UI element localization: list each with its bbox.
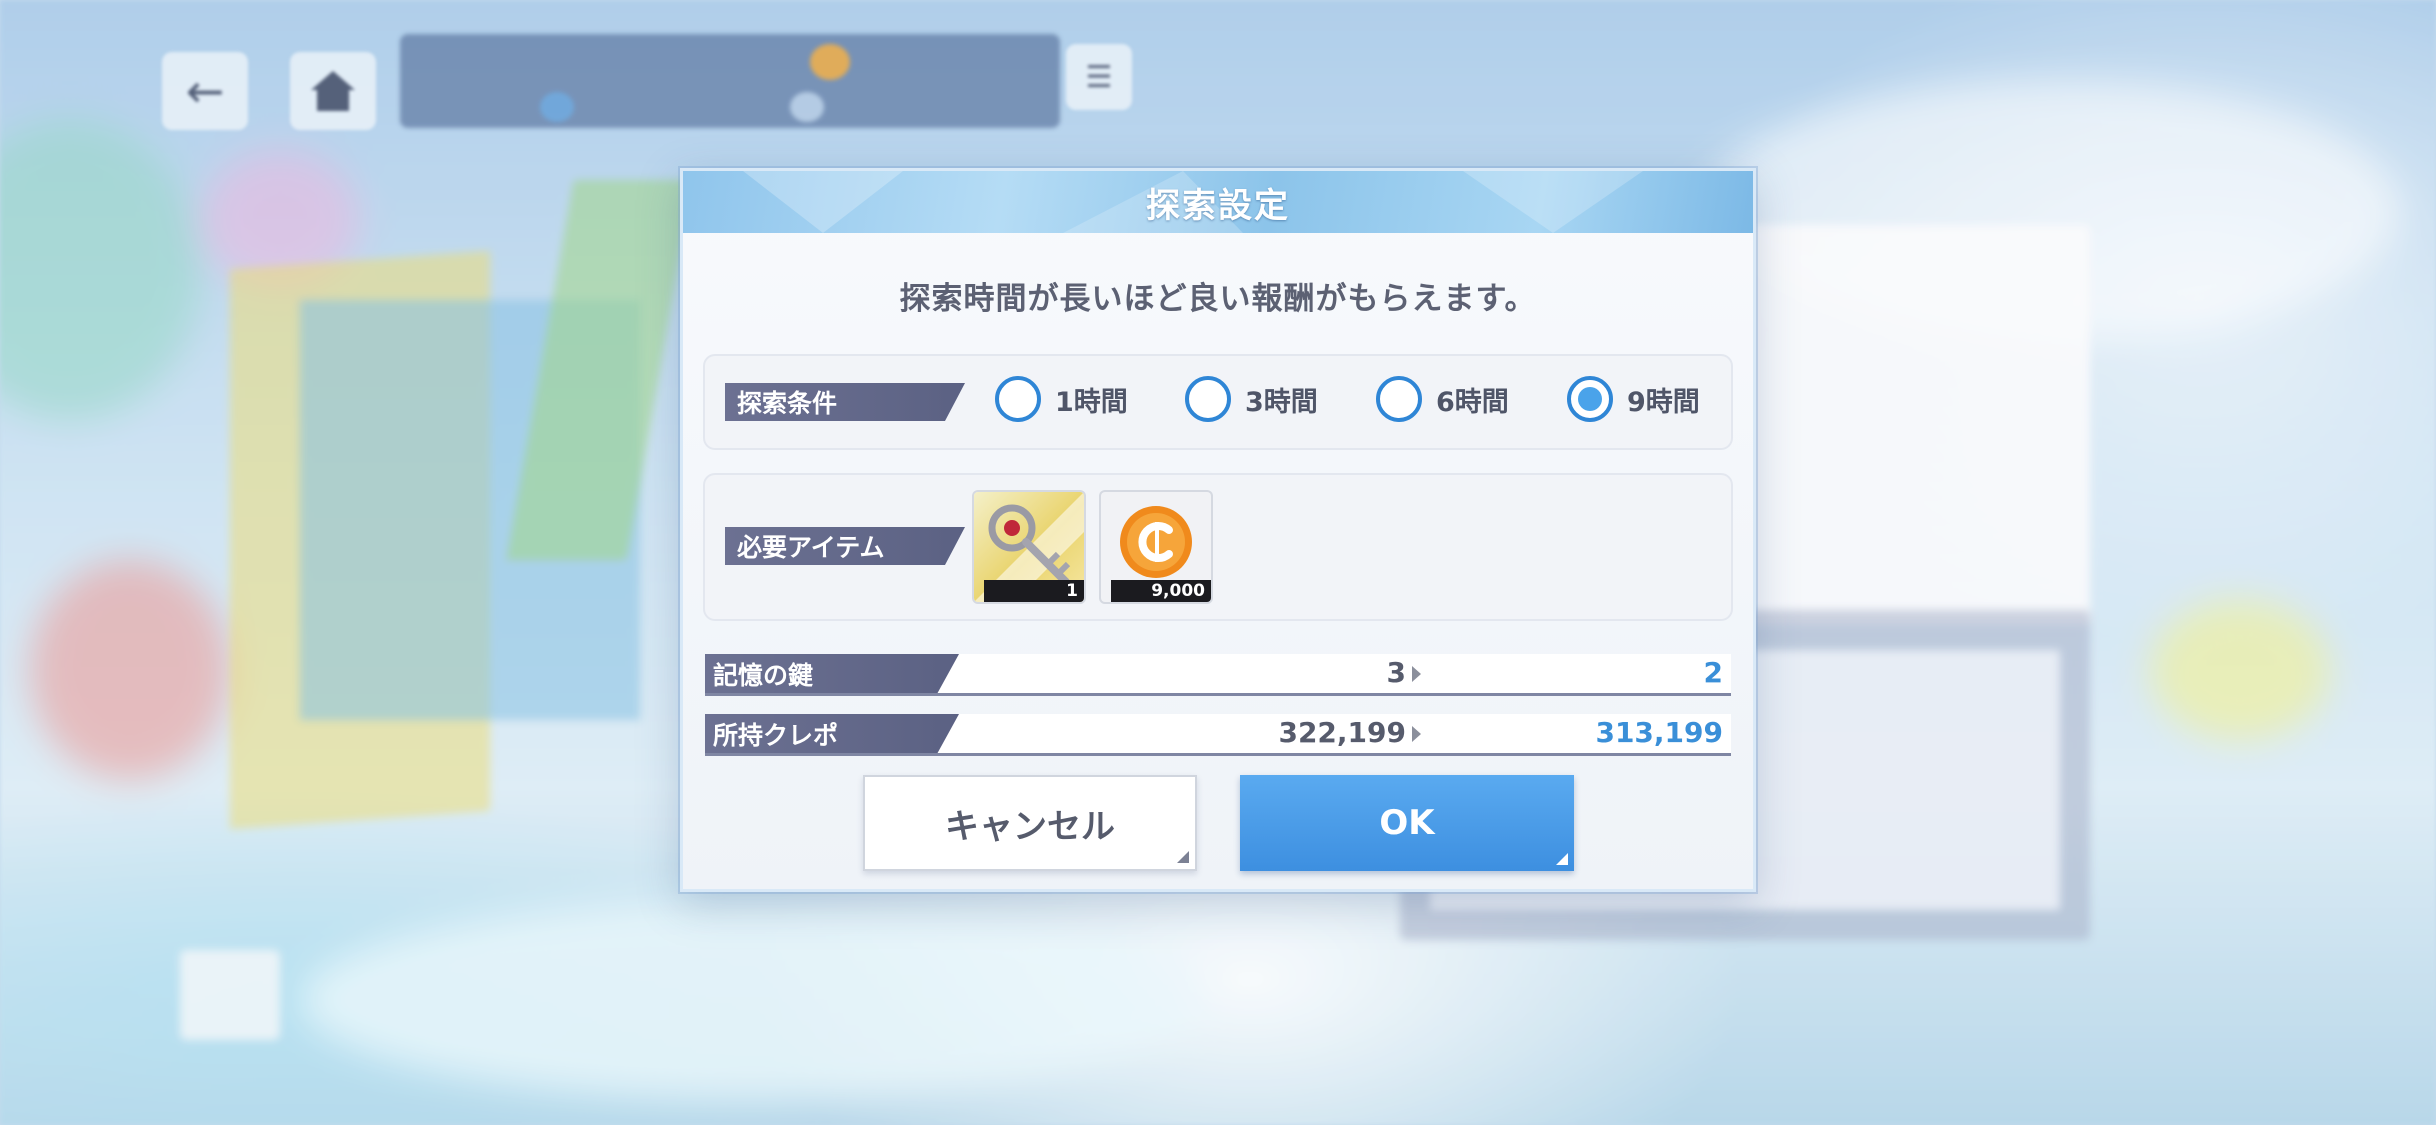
arrow-left-icon: ← [185, 64, 225, 118]
radio-9-hours[interactable]: 9時間 [1567, 376, 1700, 422]
item-count: 1 [984, 580, 1084, 602]
radio-1-hour[interactable]: 1時間 [995, 376, 1128, 422]
memory-key-current: 3 [1386, 656, 1406, 689]
resource-bar [400, 34, 1060, 128]
cancel-button[interactable]: キャンセル [863, 775, 1197, 871]
arrow-right-icon [1412, 726, 1421, 742]
exploration-settings-dialog: 探索設定 探索時間が長いほど良い報酬がもらえます。 探索条件 1時間 3時間 6… [680, 168, 1756, 892]
dialog-title: 探索設定 [1146, 185, 1290, 226]
radio-6-hours[interactable]: 6時間 [1376, 376, 1509, 422]
corner-triangle-icon [1177, 851, 1189, 863]
radio-circle [1376, 376, 1422, 422]
item-key[interactable]: 1 [974, 492, 1084, 602]
memory-key-after: 2 [1703, 656, 1723, 689]
arrow-right-icon [1412, 666, 1421, 682]
radio-label: 3時間 [1245, 386, 1318, 418]
condition-label: 探索条件 [725, 383, 965, 421]
back-button[interactable]: ← [162, 52, 248, 130]
home-button[interactable] [290, 52, 376, 130]
ok-button[interactable]: OK [1240, 775, 1574, 871]
radio-circle [1185, 376, 1231, 422]
radio-circle [995, 376, 1041, 422]
radio-label: 6時間 [1436, 386, 1509, 418]
required-items-row: 必要アイテム 1 9,000 [705, 475, 1731, 619]
menu-button[interactable]: ☰ [1066, 44, 1132, 110]
radio-label: 9時間 [1627, 386, 1700, 418]
radio-label: 1時間 [1055, 386, 1128, 418]
credits-current: 322,199 [1278, 716, 1406, 749]
menu-icon: ☰ [1085, 59, 1113, 95]
credits-after: 313,199 [1595, 716, 1723, 749]
memory-key-row: 記憶の鍵 3 2 [705, 654, 1731, 696]
corner-triangle-icon [1556, 853, 1568, 865]
item-count: 9,000 [1111, 580, 1211, 602]
credits-label: 所持クレポ [705, 714, 959, 754]
condition-row: 探索条件 1時間 3時間 6時間 9時間 [705, 356, 1731, 448]
item-coin[interactable]: 9,000 [1101, 492, 1211, 602]
required-items-label: 必要アイテム [725, 527, 965, 565]
credits-row: 所持クレポ 322,199 313,199 [705, 714, 1731, 756]
cancel-label: キャンセル [945, 806, 1115, 847]
memory-key-label: 記憶の鍵 [705, 654, 959, 694]
radio-circle-checked [1567, 376, 1613, 422]
home-icon [311, 71, 355, 111]
radio-3-hours[interactable]: 3時間 [1185, 376, 1318, 422]
ok-label: OK [1379, 803, 1435, 843]
dialog-header: 探索設定 [683, 171, 1753, 233]
dialog-message: 探索時間が長いほど良い報酬がもらえます。 [899, 281, 1537, 317]
